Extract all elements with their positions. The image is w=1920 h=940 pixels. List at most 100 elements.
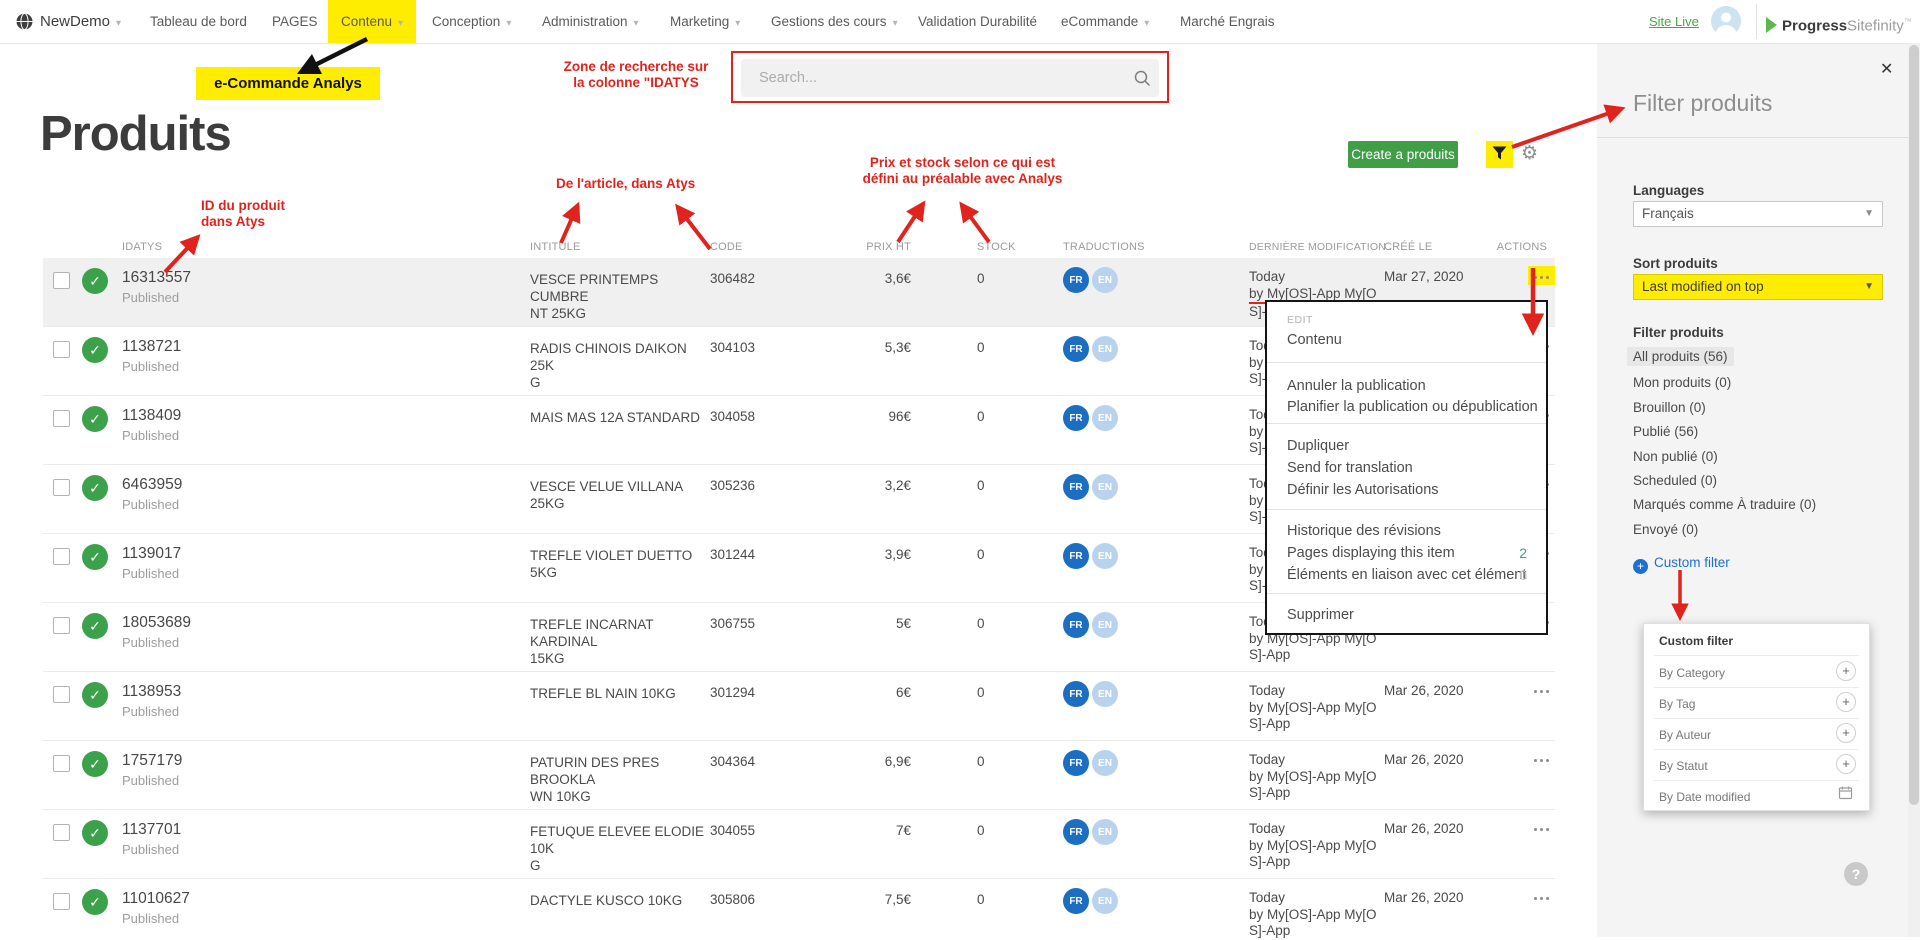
menu-item-dupliquer[interactable]: Dupliquer bbox=[1287, 438, 1349, 454]
language-select[interactable]: Français▼ bbox=[1633, 201, 1883, 227]
fr-language-badge[interactable]: FR bbox=[1063, 888, 1089, 914]
row-checkbox[interactable] bbox=[53, 824, 70, 841]
nav-marche-engrais[interactable]: Marché Engrais bbox=[1180, 0, 1275, 43]
filter-item-all-produits[interactable]: All produits (56) bbox=[1627, 347, 1734, 366]
menu-item-contenu[interactable]: Contenu bbox=[1287, 332, 1342, 348]
filter-item-non-publie[interactable]: Non publié (0) bbox=[1627, 447, 1724, 466]
annotation-price-note: Prix et stock selon ce qui estdéfini au … bbox=[855, 155, 1070, 187]
fr-language-badge[interactable]: FR bbox=[1063, 681, 1089, 707]
cell-intitule: PATURIN DES PRES BROOKLAWN 10KG bbox=[530, 754, 712, 805]
add-icon[interactable]: + bbox=[1836, 723, 1856, 743]
popup-row-by-tag[interactable]: By Tag bbox=[1659, 697, 1695, 711]
add-icon[interactable]: + bbox=[1836, 692, 1856, 712]
en-language-badge[interactable]: EN bbox=[1092, 336, 1118, 362]
nav-tableau-de-bord[interactable]: Tableau de bord bbox=[150, 0, 247, 43]
close-icon[interactable]: ✕ bbox=[1880, 59, 1893, 79]
fr-language-badge[interactable]: FR bbox=[1063, 750, 1089, 776]
row-checkbox[interactable] bbox=[53, 548, 70, 565]
user-avatar[interactable] bbox=[1711, 6, 1741, 36]
menu-item-annuler-publication[interactable]: Annuler la publication bbox=[1287, 378, 1426, 394]
sort-select[interactable]: Last modified on top▼ bbox=[1633, 274, 1883, 300]
annotation-search-highlight-box bbox=[731, 51, 1169, 103]
nav-gestions-des-cours[interactable]: Gestions des cours▾ bbox=[771, 0, 898, 43]
menu-item-definir-autorisations[interactable]: Définir les Autorisations bbox=[1287, 482, 1439, 498]
row-actions-button[interactable] bbox=[1495, 680, 1555, 699]
cell-created: Mar 26, 2020 bbox=[1384, 683, 1464, 698]
filter-item-marques-a-traduire[interactable]: Marqués comme À traduire (0) bbox=[1627, 495, 1822, 514]
fr-language-badge[interactable]: FR bbox=[1063, 543, 1089, 569]
nav-contenu[interactable]: Contenu▾ bbox=[328, 0, 416, 43]
en-language-badge[interactable]: EN bbox=[1092, 750, 1118, 776]
nav-conception[interactable]: Conception▾ bbox=[432, 0, 511, 43]
popup-row-by-category[interactable]: By Category bbox=[1659, 666, 1725, 680]
brand-menu[interactable]: NewDemo▾ bbox=[40, 0, 121, 43]
ellipsis-icon bbox=[1528, 891, 1555, 906]
row-actions-button[interactable] bbox=[1495, 887, 1555, 906]
menu-item-send-for-translation[interactable]: Send for translation bbox=[1287, 460, 1413, 476]
fr-language-badge[interactable]: FR bbox=[1063, 336, 1089, 362]
table-row: ✓ 1138953 Published TREFLE BL NAIN 10KG … bbox=[43, 672, 1555, 741]
popup-row-by-auteur[interactable]: By Auteur bbox=[1659, 728, 1711, 742]
menu-item-elements-lies[interactable]: Éléments en liaison avec cet élément bbox=[1287, 567, 1526, 583]
fr-language-badge[interactable]: FR bbox=[1063, 819, 1089, 845]
row-checkbox[interactable] bbox=[53, 272, 70, 289]
menu-item-historique-revisions[interactable]: Historique des révisions bbox=[1287, 523, 1441, 539]
filter-item-envoye[interactable]: Envoyé (0) bbox=[1627, 520, 1704, 539]
filter-item-publie[interactable]: Publié (56) bbox=[1627, 422, 1704, 441]
row-checkbox[interactable] bbox=[53, 755, 70, 772]
en-language-badge[interactable]: EN bbox=[1092, 681, 1118, 707]
cell-intitule: TREFLE BL NAIN 10KG bbox=[530, 685, 712, 702]
cell-modification: Todayby My[OS]-App My[OS]-App bbox=[1249, 683, 1391, 733]
fr-language-badge[interactable]: FR bbox=[1063, 474, 1089, 500]
en-language-badge[interactable]: EN bbox=[1092, 474, 1118, 500]
nav-pages[interactable]: PAGES bbox=[272, 0, 318, 43]
gear-icon[interactable]: ⚙ bbox=[1521, 142, 1538, 165]
en-language-badge[interactable]: EN bbox=[1092, 543, 1118, 569]
filter-item-mon-produits[interactable]: Mon produits (0) bbox=[1627, 373, 1737, 392]
row-actions-button[interactable] bbox=[1495, 266, 1555, 285]
row-checkbox[interactable] bbox=[53, 410, 70, 427]
en-language-badge[interactable]: EN bbox=[1092, 267, 1118, 293]
add-icon[interactable]: + bbox=[1836, 754, 1856, 774]
filter-item-brouillon[interactable]: Brouillon (0) bbox=[1627, 398, 1712, 417]
search-input[interactable] bbox=[741, 59, 1159, 97]
row-actions-button[interactable] bbox=[1495, 749, 1555, 768]
annotation-search-note: Zone de recherche surla colonne "IDATYS bbox=[556, 59, 716, 91]
search-icon[interactable] bbox=[1133, 69, 1151, 92]
row-checkbox[interactable] bbox=[53, 617, 70, 634]
row-checkbox[interactable] bbox=[53, 893, 70, 910]
custom-filter-link[interactable]: +Custom filter bbox=[1633, 555, 1730, 574]
nav-validation-durabilite[interactable]: Validation Durabilité bbox=[918, 0, 1037, 43]
page-scrollbar[interactable] bbox=[1908, 43, 1920, 937]
cell-prix: 7€ bbox=[783, 823, 911, 838]
fr-language-badge[interactable]: FR bbox=[1063, 612, 1089, 638]
menu-item-planifier-publication[interactable]: Planifier la publication ou dépublicatio… bbox=[1287, 399, 1538, 415]
menu-item-supprimer[interactable]: Supprimer bbox=[1287, 607, 1354, 623]
nav-ecommande[interactable]: eCommande▾ bbox=[1061, 0, 1149, 43]
fr-language-badge[interactable]: FR bbox=[1063, 405, 1089, 431]
row-checkbox[interactable] bbox=[53, 341, 70, 358]
annotation-id-note: ID du produitdans Atys bbox=[201, 198, 285, 230]
row-checkbox[interactable] bbox=[53, 686, 70, 703]
en-language-badge[interactable]: EN bbox=[1092, 819, 1118, 845]
popup-row-by-statut[interactable]: By Statut bbox=[1659, 759, 1708, 773]
filter-item-scheduled[interactable]: Scheduled (0) bbox=[1627, 471, 1723, 490]
en-language-badge[interactable]: EN bbox=[1092, 888, 1118, 914]
site-live-link[interactable]: Site Live bbox=[1649, 0, 1699, 43]
nav-administration[interactable]: Administration▾ bbox=[542, 0, 639, 43]
row-actions-button[interactable] bbox=[1495, 818, 1555, 837]
create-produits-button[interactable]: Create a produits bbox=[1348, 141, 1458, 168]
scrollbar-thumb[interactable] bbox=[1909, 45, 1919, 805]
calendar-icon[interactable] bbox=[1836, 785, 1854, 803]
add-icon[interactable]: + bbox=[1836, 661, 1856, 681]
row-checkbox[interactable] bbox=[53, 479, 70, 496]
menu-item-pages-displaying[interactable]: Pages displaying this item bbox=[1287, 545, 1455, 561]
en-language-badge[interactable]: EN bbox=[1092, 612, 1118, 638]
progress-logo-icon bbox=[1766, 17, 1777, 33]
popup-row-by-date-modified[interactable]: By Date modified bbox=[1659, 790, 1750, 804]
filter-button[interactable] bbox=[1486, 141, 1513, 168]
fr-language-badge[interactable]: FR bbox=[1063, 267, 1089, 293]
help-button[interactable]: ? bbox=[1844, 862, 1868, 886]
nav-marketing[interactable]: Marketing▾ bbox=[670, 0, 740, 43]
en-language-badge[interactable]: EN bbox=[1092, 405, 1118, 431]
